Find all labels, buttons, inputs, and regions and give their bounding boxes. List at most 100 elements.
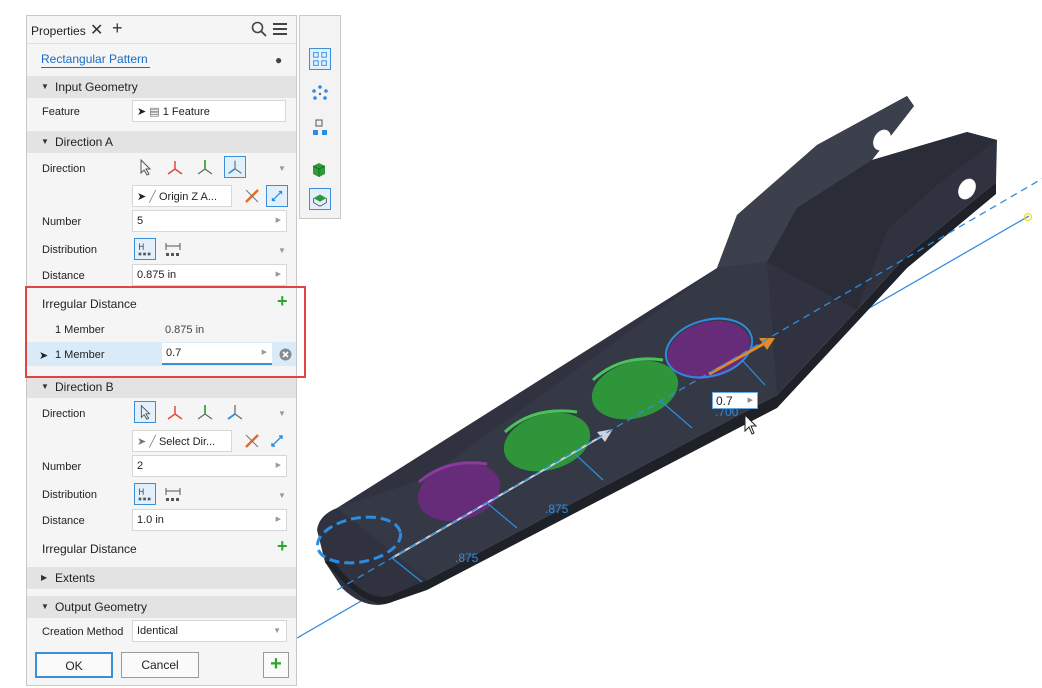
- section-title: Input Geometry: [55, 80, 138, 94]
- distance-a-label: Distance: [42, 270, 85, 282]
- chevron-down-icon[interactable]: ▼: [273, 626, 281, 635]
- dropdown-arrow-icon[interactable]: ▶: [748, 396, 753, 404]
- axis-line-icon: ╱: [149, 436, 156, 448]
- fit-icon[interactable]: [162, 483, 184, 505]
- tab-properties[interactable]: Properties: [31, 24, 86, 38]
- feature-header: Rectangular Pattern ●: [27, 44, 296, 70]
- direction-b-axis-field[interactable]: ➤ ╱ Select Dir...: [132, 430, 232, 452]
- expand-triangle-icon: ▶: [41, 573, 48, 582]
- dropdown-arrow-icon[interactable]: ▶: [276, 216, 281, 224]
- distance-a-value: 0.875 in: [137, 269, 177, 281]
- select-arrow-icon[interactable]: [134, 401, 156, 423]
- collapse-triangle-icon: ▼: [41, 82, 49, 91]
- add-tab-icon[interactable]: +: [112, 18, 123, 39]
- menu-icon[interactable]: [273, 23, 287, 35]
- irregular-distance-highlight: [25, 286, 306, 378]
- section-input-geometry[interactable]: ▼ Input Geometry: [27, 76, 296, 98]
- cancel-button[interactable]: Cancel: [121, 652, 199, 678]
- number-a-label: Number: [42, 216, 82, 228]
- ok-button[interactable]: OK: [35, 652, 113, 678]
- spacing-icon[interactable]: [134, 483, 156, 505]
- section-extents[interactable]: ▶ Extents: [27, 567, 296, 589]
- direction-b-label: Direction: [42, 408, 86, 420]
- dropdown-arrow-icon[interactable]: ▶: [276, 461, 281, 469]
- dimension-label-1[interactable]: .875: [455, 551, 479, 565]
- distribution-b-icons: ▼: [132, 483, 287, 507]
- distribution-a-icons: ▼: [132, 238, 287, 262]
- select-arrow-icon: ➤: [137, 106, 147, 118]
- midplane-icon[interactable]: [266, 185, 288, 207]
- search-icon[interactable]: [251, 21, 267, 37]
- direction-b-icons: ▼: [132, 401, 287, 425]
- collapse-triangle-icon: ▼: [41, 602, 49, 611]
- midplane-icon[interactable]: [266, 430, 288, 452]
- axis-value: Select Dir...: [158, 436, 216, 448]
- chevron-down-icon[interactable]: ▼: [278, 491, 286, 500]
- distance-b-label: Distance: [42, 515, 85, 527]
- number-b-input[interactable]: 2 ▶: [132, 455, 287, 477]
- select-arrow-icon: ➤: [137, 191, 147, 203]
- irregular-distance-b-label: Irregular Distance: [42, 542, 137, 556]
- section-output-geometry[interactable]: ▼ Output Geometry: [27, 596, 296, 618]
- feature-name-field[interactable]: Rectangular Pattern: [41, 52, 150, 68]
- dropdown-arrow-icon[interactable]: ▶: [276, 515, 281, 523]
- active-dimension-value: 0.7: [716, 394, 733, 408]
- x-axis-icon[interactable]: [164, 156, 186, 178]
- fit-icon[interactable]: [162, 238, 184, 260]
- rectangular-pattern-icon[interactable]: [309, 48, 331, 70]
- section-direction-b[interactable]: ▼ Direction B: [27, 376, 296, 398]
- creation-method-value: Identical: [137, 625, 178, 637]
- y-axis-icon[interactable]: [194, 401, 216, 423]
- y-axis-icon[interactable]: [194, 156, 216, 178]
- axis-line-icon: ╱: [149, 191, 156, 203]
- direction-a-label: Direction: [42, 163, 86, 175]
- dropdown-arrow-icon[interactable]: ▶: [276, 270, 281, 278]
- flip-direction-icon[interactable]: [242, 186, 262, 206]
- chevron-down-icon[interactable]: ▼: [278, 409, 286, 418]
- creation-method-select[interactable]: Identical ▼: [132, 620, 287, 642]
- dimension-label-2[interactable]: .875: [545, 502, 569, 516]
- active-dimension-input[interactable]: 0.7 ▶: [712, 392, 758, 409]
- collapse-triangle-icon: ▼: [41, 137, 49, 146]
- distance-b-value: 1.0 in: [137, 514, 164, 526]
- number-a-value: 5: [137, 215, 144, 227]
- z-axis-icon[interactable]: [224, 156, 246, 178]
- axis-value: Origin Z A...: [158, 191, 218, 203]
- flip-direction-icon[interactable]: [242, 431, 262, 451]
- collapse-triangle-icon: ▼: [41, 382, 49, 391]
- apply-add-button[interactable]: +: [263, 652, 289, 678]
- distribution-b-label: Distribution: [42, 489, 98, 501]
- add-member-icon[interactable]: +: [277, 536, 288, 557]
- section-title: Extents: [55, 571, 96, 585]
- section-title: Direction B: [55, 380, 114, 394]
- direction-a-icons: ▼: [132, 156, 287, 180]
- bracket-part[interactable]: [317, 96, 997, 605]
- number-b-label: Number: [42, 461, 82, 473]
- spacing-icon[interactable]: [134, 238, 156, 260]
- feature-value: 1 Feature: [162, 106, 210, 118]
- mouse-cursor-icon: [744, 414, 758, 435]
- panel-tabbar: Properties ✕ +: [27, 16, 296, 44]
- feature-icon: ▤: [149, 106, 160, 118]
- creation-method-label: Creation Method: [42, 626, 124, 638]
- close-icon[interactable]: ✕: [90, 20, 103, 40]
- select-arrow-icon: ➤: [137, 436, 147, 448]
- model-viewport[interactable]: .875 .875 .700: [297, 90, 1042, 688]
- distance-a-input[interactable]: 0.875 in ▶: [132, 264, 287, 286]
- select-arrow-icon[interactable]: [134, 156, 156, 178]
- visibility-eye-icon[interactable]: ●: [275, 53, 282, 67]
- distribution-a-label: Distribution: [42, 244, 98, 256]
- chevron-down-icon[interactable]: ▼: [278, 164, 286, 173]
- feature-label: Feature: [42, 106, 80, 118]
- feature-selector[interactable]: ➤ ▤ 1 Feature: [132, 100, 286, 122]
- section-title: Direction A: [55, 135, 114, 149]
- direction-a-axis-field[interactable]: ➤ ╱ Origin Z A...: [132, 185, 232, 207]
- number-b-value: 2: [137, 460, 144, 472]
- number-a-input[interactable]: 5 ▶: [132, 210, 287, 232]
- section-direction-a[interactable]: ▼ Direction A: [27, 131, 296, 153]
- chevron-down-icon[interactable]: ▼: [278, 246, 286, 255]
- x-axis-icon[interactable]: [164, 401, 186, 423]
- distance-b-input[interactable]: 1.0 in ▶: [132, 509, 287, 531]
- z-axis-icon[interactable]: [224, 401, 246, 423]
- section-title: Output Geometry: [55, 600, 148, 614]
